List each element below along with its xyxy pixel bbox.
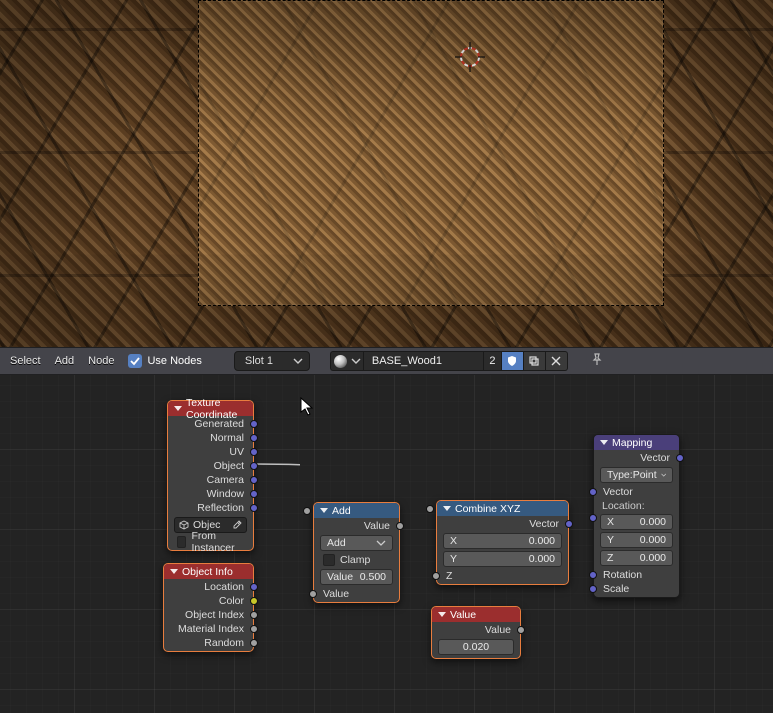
loc-z-field[interactable]: Z0.000 [600,550,673,566]
value-field[interactable]: Value0.500 [320,569,393,585]
clamp-toggle[interactable]: Clamp [314,553,399,567]
socket-vector-out[interactable]: Vector [594,451,679,465]
material-browse-dropdown[interactable] [350,351,364,371]
pin-button[interactable] [590,353,604,370]
node-title[interactable]: Mapping [594,435,679,450]
node-editor-header: Select Add Node Use Nodes Slot 1 BASE_Wo… [0,347,773,375]
node-combine-xyz[interactable]: Combine XYZ Vector X0.000 Y0.000 Z [436,500,569,585]
node-object-info[interactable]: Object Info Location Color Object Index … [163,563,254,652]
menu-add[interactable]: Add [55,355,75,367]
material-preview-icon[interactable] [330,351,350,371]
socket-uv[interactable]: UV [168,445,253,459]
x-field[interactable]: X0.000 [443,533,562,549]
socket-value-out[interactable]: Value [314,519,399,533]
pin-icon [590,353,604,367]
socket-scale-in[interactable]: Scale [594,582,679,596]
duplicate-icon [528,355,540,367]
collapse-icon [600,440,608,445]
node-title[interactable]: Combine XYZ [437,501,568,516]
socket-vector-out[interactable]: Vector [437,517,568,531]
material-slot-dropdown[interactable]: Slot 1 [234,351,310,371]
from-instancer-toggle[interactable]: From Instancer [168,535,253,549]
shield-icon [506,355,518,367]
socket-color[interactable]: Color [164,594,253,608]
socket-random[interactable]: Random [164,636,253,650]
socket-rotation-in[interactable]: Rotation [594,568,679,582]
socket-value-out[interactable]: Value [432,623,520,637]
chevron-down-icon [376,538,386,548]
socket-generated[interactable]: Generated [168,417,253,431]
socket-camera[interactable]: Camera [168,473,253,487]
use-nodes-label: Use Nodes [147,355,201,367]
socket-vector-in[interactable]: Vector [594,485,679,499]
material-name-field[interactable]: BASE_Wood1 [364,351,484,371]
node-editor[interactable]: Texture Coordinate Generated Normal UV O… [0,375,773,713]
checkbox-icon [177,536,186,548]
collapse-icon [174,406,182,411]
socket-value-in[interactable]: Value [314,587,399,601]
location-label: Location: [594,499,679,512]
collapse-icon [170,569,178,574]
close-icon [551,356,561,366]
material-user-count[interactable]: 2 [484,351,502,371]
checkbox-icon [323,554,335,566]
collapse-icon [438,612,446,617]
checkbox-checked-icon [128,354,142,368]
node-value[interactable]: Value Value 0.020 [431,606,521,659]
cursor-3d-icon [455,42,485,72]
socket-reflection[interactable]: Reflection [168,501,253,515]
new-material-button[interactable] [524,351,546,371]
loc-x-field[interactable]: X0.000 [600,514,673,530]
slot-label: Slot 1 [245,355,273,367]
socket-material-index[interactable]: Material Index [164,622,253,636]
node-title[interactable]: Add [314,503,399,518]
node-mapping[interactable]: Mapping Vector Type:Point Vector Locatio… [593,434,680,598]
operation-dropdown[interactable]: Add [320,535,393,551]
collapse-icon [320,508,328,513]
chevron-down-icon [661,470,666,480]
y-field[interactable]: Y0.000 [443,551,562,567]
chevron-down-icon [351,356,361,366]
node-math-add[interactable]: Add Value Add Clamp Value0.500 Value [313,502,400,603]
value-field[interactable]: 0.020 [438,639,514,655]
chevron-down-icon [293,356,303,366]
node-title[interactable]: Object Info [164,564,253,579]
eyedropper-icon[interactable] [232,520,242,530]
loc-y-field[interactable]: Y0.000 [600,532,673,548]
socket-object[interactable]: Object [168,459,253,473]
fake-user-button[interactable] [502,351,524,371]
object-icon [179,520,189,530]
socket-z-in[interactable]: Z [437,569,568,583]
selected-hex-tile[interactable] [198,0,664,306]
type-dropdown[interactable]: Type:Point [600,467,673,483]
node-title[interactable]: Value [432,607,520,622]
socket-object-index[interactable]: Object Index [164,608,253,622]
unlink-material-button[interactable] [546,351,568,371]
menu-node[interactable]: Node [88,355,114,367]
socket-location[interactable]: Location [164,580,253,594]
node-texture-coordinate[interactable]: Texture Coordinate Generated Normal UV O… [167,400,254,551]
collapse-icon [443,506,451,511]
use-nodes-toggle[interactable]: Use Nodes [128,354,201,368]
viewport-3d[interactable] [0,0,773,347]
node-title[interactable]: Texture Coordinate [168,401,253,416]
socket-window[interactable]: Window [168,487,253,501]
menu-select[interactable]: Select [10,355,41,367]
mouse-cursor-icon [300,397,316,417]
socket-normal[interactable]: Normal [168,431,253,445]
